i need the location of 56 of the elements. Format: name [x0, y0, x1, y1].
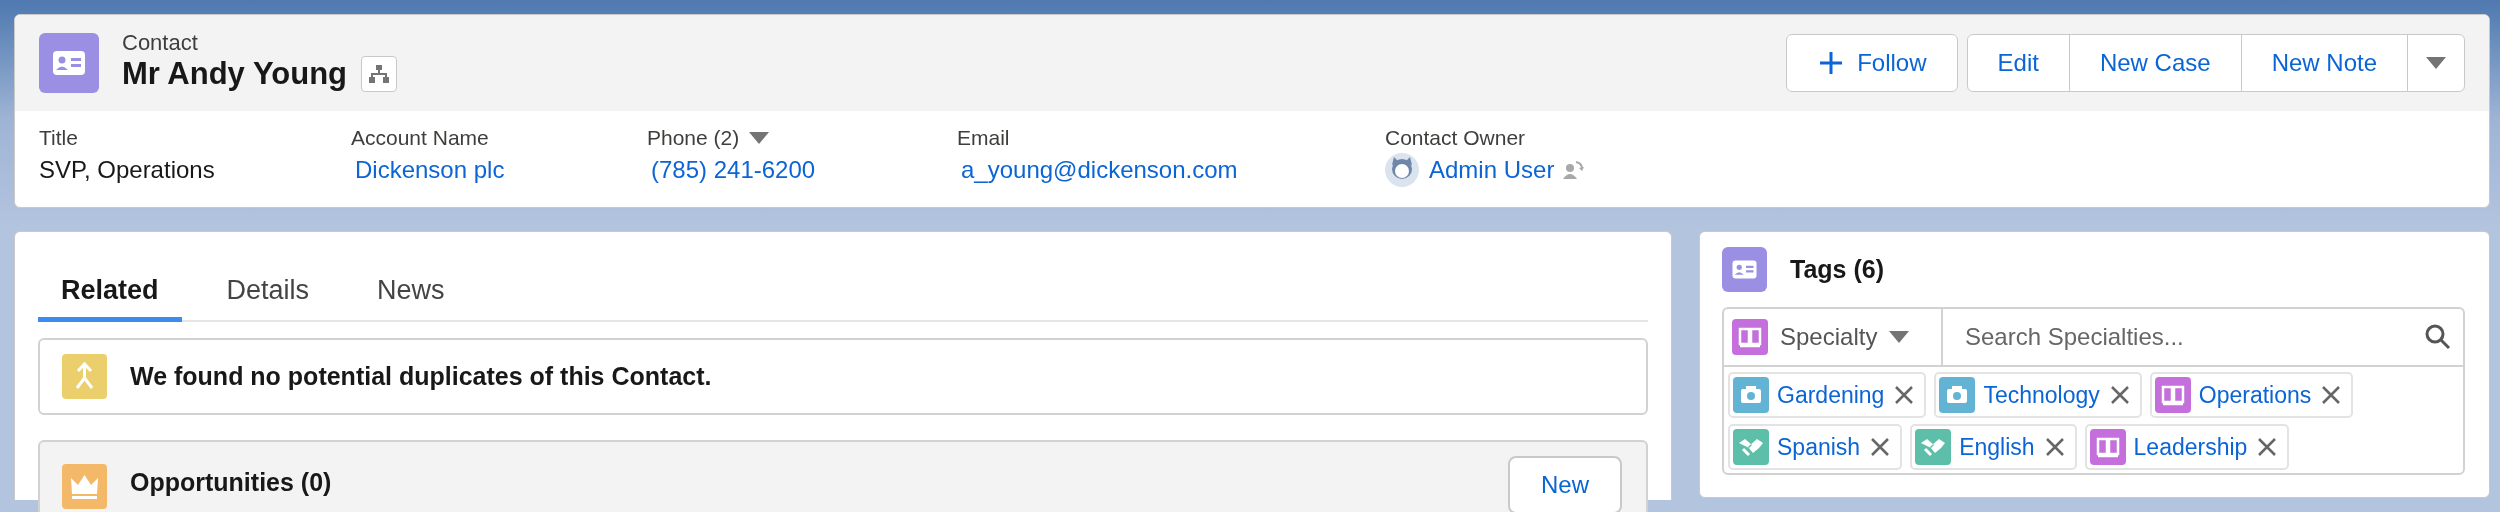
search-icon: [2425, 324, 2451, 350]
tag-link[interactable]: English: [1959, 433, 2035, 461]
search-field[interactable]: Search Specialties...: [1965, 323, 2425, 351]
plus-icon: [1819, 51, 1844, 75]
field-value: SVP, Operations: [39, 155, 215, 185]
field-label: Contact Owner: [1385, 125, 1526, 151]
camera-icon: [1939, 377, 1976, 413]
section-title: Opportunities (0): [130, 468, 332, 497]
new-button[interactable]: New: [1508, 456, 1622, 512]
close-icon: [2321, 385, 2342, 405]
contact-icon: [39, 33, 99, 93]
tab[interactable]: Related: [38, 264, 182, 322]
book-icon: [2089, 429, 2126, 465]
handshake-icon: [1733, 429, 1769, 465]
field-link[interactable]: Dickenson plc: [355, 153, 505, 187]
caret-icon: [1889, 331, 1910, 343]
contact-icon: [1722, 247, 1767, 292]
camera-icon: [1733, 377, 1769, 413]
handshake-icon: [1915, 429, 1952, 465]
book-icon: [2154, 377, 2191, 413]
close-icon: [1894, 385, 1915, 405]
record-type: Contact: [122, 30, 199, 56]
follow-button[interactable]: Follow: [1786, 34, 1958, 92]
action-button[interactable]: Edit: [1966, 34, 2070, 92]
crown-icon: [62, 464, 107, 509]
close-icon: [2044, 437, 2065, 457]
field-label: Phone (2): [647, 125, 740, 151]
more-actions-button[interactable]: [2407, 34, 2465, 92]
action-button[interactable]: New Note: [2240, 34, 2408, 92]
avatar-icon: [1385, 153, 1419, 187]
field-link[interactable]: Admin User: [1429, 153, 1555, 187]
tag-link[interactable]: Technology: [1983, 381, 2100, 409]
close-icon: [1870, 437, 1891, 457]
hierarchy-icon: [369, 65, 390, 83]
caret-icon: [2426, 57, 2446, 69]
tab[interactable]: Details: [203, 264, 333, 322]
field-link[interactable]: (785) 241-6200: [651, 153, 816, 187]
field-label: Title: [39, 125, 78, 151]
action-button[interactable]: New Case: [2068, 34, 2242, 92]
tag-link[interactable]: Operations: [2198, 381, 2312, 409]
field-link[interactable]: a_young@dickenson.com: [961, 153, 1238, 187]
card-title: Tags (6): [1790, 255, 1884, 284]
field-label: Email: [957, 125, 1010, 151]
close-icon: [2257, 437, 2278, 457]
merge-icon: [62, 354, 107, 399]
record-name: Mr Andy Young: [122, 56, 348, 92]
hierarchy-button[interactable]: [361, 56, 398, 92]
change-owner-icon: [1562, 159, 1585, 181]
field-label: Account Name: [351, 125, 489, 151]
tab[interactable]: News: [354, 264, 468, 322]
duplicates-message: We found no potential duplicates of this Contact.: [130, 362, 712, 391]
tag-link[interactable]: Spanish: [1777, 433, 1861, 461]
tag-link[interactable]: Gardening: [1777, 381, 1885, 409]
close-icon: [2109, 385, 2130, 405]
tag-link[interactable]: Leadership: [2133, 433, 2248, 461]
book-icon: [1732, 319, 1768, 355]
